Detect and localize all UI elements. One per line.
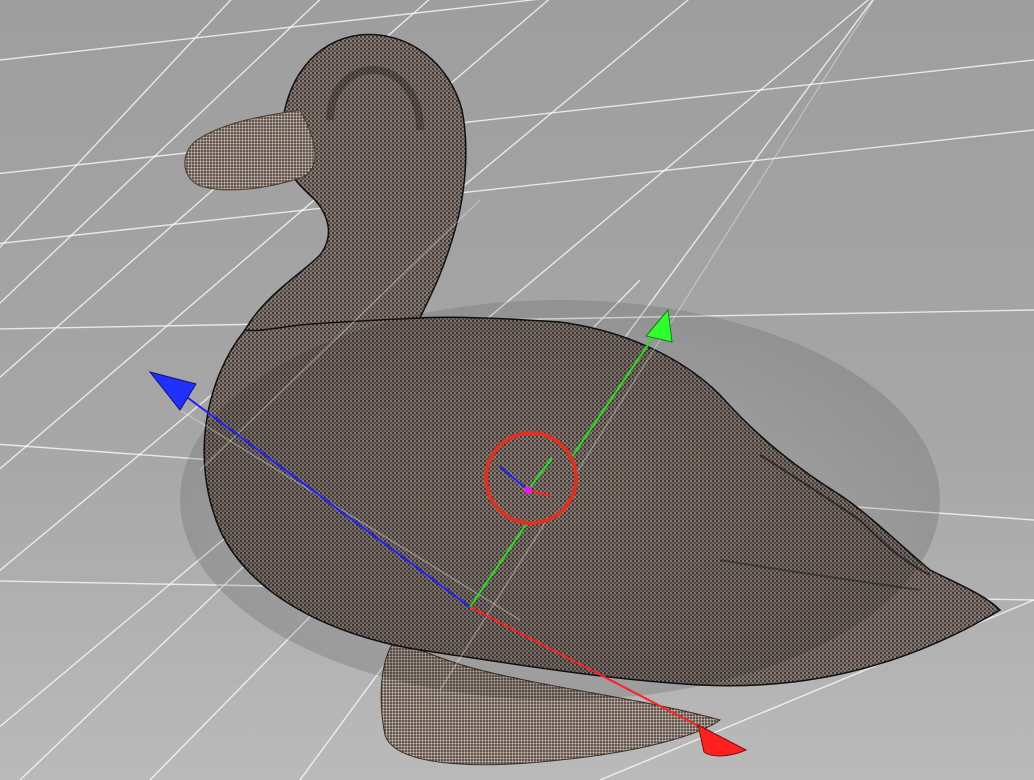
viewport-canvas[interactable]	[0, 0, 1034, 780]
3d-viewport[interactable]	[0, 0, 1034, 780]
pivot-ring[interactable]	[484, 431, 578, 525]
pivot-center-icon[interactable]	[524, 486, 532, 494]
pivot-widget[interactable]	[484, 431, 578, 525]
